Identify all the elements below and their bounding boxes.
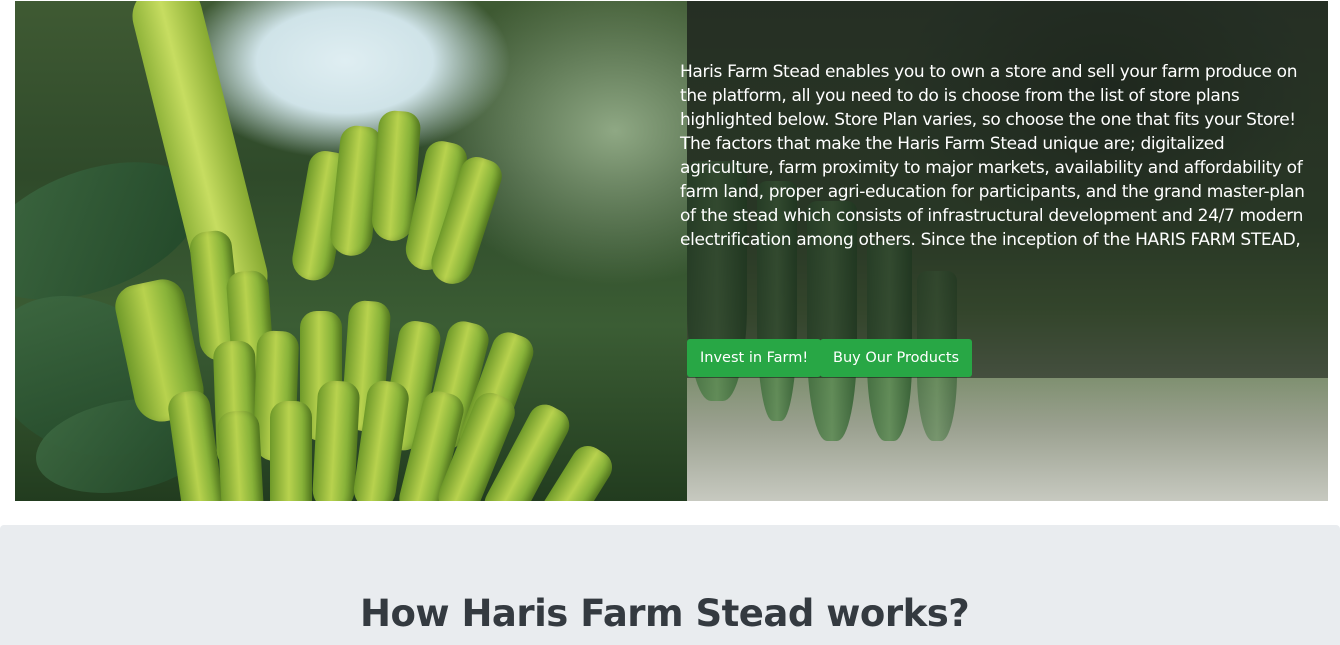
invest-in-farm-button[interactable]: Invest in Farm! [687, 339, 822, 377]
banana [311, 379, 361, 501]
buy-products-button[interactable]: Buy Our Products [820, 339, 973, 377]
banana [270, 401, 312, 501]
banana-photo [15, 1, 687, 501]
hero-description: Haris Farm Stead enables you to own a st… [680, 62, 1305, 250]
how-it-works-heading: How Haris Farm Stead works? [360, 592, 970, 635]
banana [216, 409, 266, 501]
how-it-works-section: How Haris Farm Stead works? [0, 525, 1340, 645]
